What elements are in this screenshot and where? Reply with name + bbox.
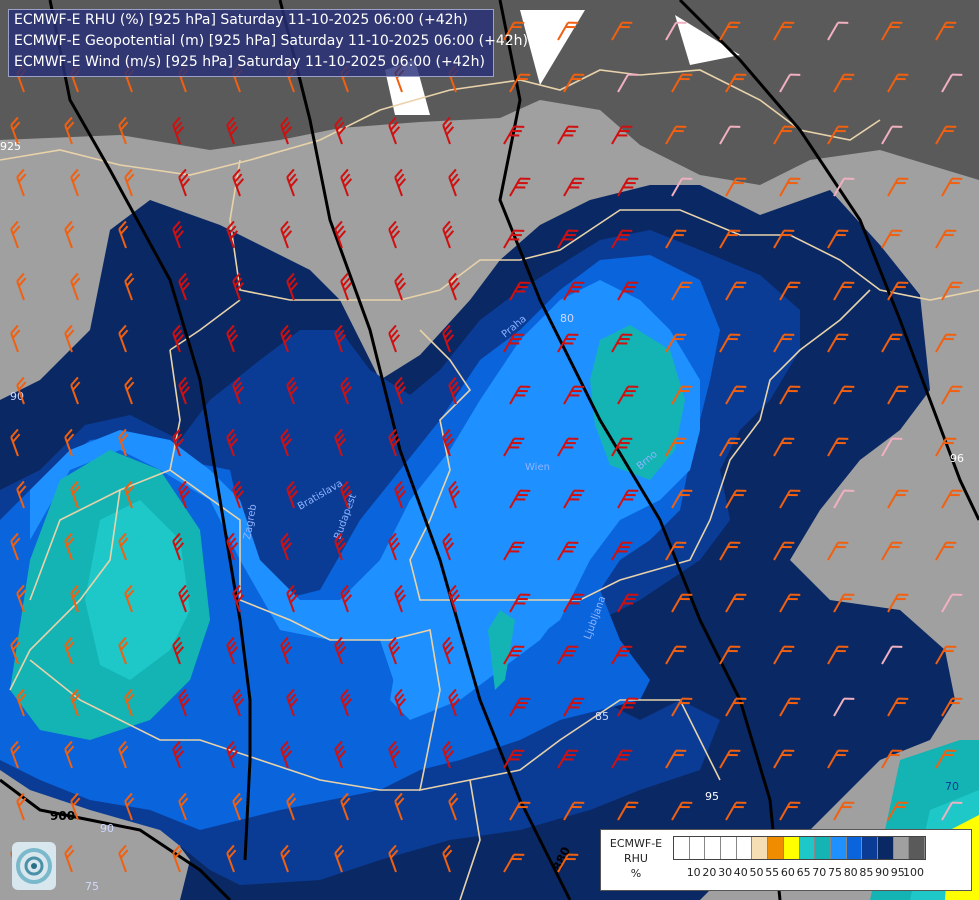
map-title-box: ECMWF-E RHU (%) [925 hPa] Saturday 11-10… [8, 9, 529, 77]
rhu-contour-label-75: 75 [85, 880, 99, 893]
legend-swatch [674, 837, 690, 859]
legend-tick: 50 [749, 866, 764, 879]
rhu-contour-label-90b: 90 [100, 822, 114, 835]
legend-swatch [752, 837, 769, 859]
legend-swatch [815, 837, 831, 859]
legend-swatch [705, 837, 722, 859]
legend-tick: 90 [875, 866, 890, 879]
legend-tick: 65 [796, 866, 811, 879]
legend-label: ECMWF-E RHU % [605, 836, 667, 881]
legend-swatch [830, 837, 847, 859]
rhu-contour-label-85: 85 [595, 710, 609, 723]
legend-tick: 10 [686, 866, 701, 879]
legend-tick: 70 [812, 866, 827, 879]
geopotential-label-900: 900 [50, 809, 75, 823]
legend-swatch [768, 837, 784, 859]
legend-label-line-2: RHU [624, 852, 648, 865]
legend-swatch [689, 837, 706, 859]
legend-tick: 100 [903, 866, 924, 879]
legend-swatch [783, 837, 800, 859]
legend-swatch [846, 837, 863, 859]
legend-swatch [893, 837, 910, 859]
legend-tick: 85 [859, 866, 874, 879]
legend-swatch [799, 837, 816, 859]
legend-tick: 20 [702, 866, 717, 879]
legend-label-line-3: % [630, 867, 642, 880]
legend-tick: 60 [780, 866, 795, 879]
legend-tick: 75 [828, 866, 842, 879]
title-line-rhu: ECMWF-E RHU (%) [925 hPa] Saturday 11-10… [14, 12, 468, 28]
legend-color-bar [673, 836, 926, 860]
legend-swatch [909, 837, 925, 859]
rhu-contour-label-95: 95 [705, 790, 719, 803]
legend-tick: 55 [765, 866, 780, 879]
city-label-wien: Wien [525, 462, 550, 473]
legend-swatch [721, 837, 737, 859]
weather-map: 925 900 880 80 90 75 96 95 85 70 90 Prah… [0, 0, 979, 900]
rhu-contour-label-96: 96 [950, 452, 964, 465]
legend-swatch [736, 837, 753, 859]
legend-tick: 40 [733, 866, 748, 879]
title-line-wind: ECMWF-E Wind (m/s) [925 hPa] Saturday 11… [14, 54, 485, 70]
rhu-contour-label-80: 80 [560, 312, 574, 325]
legend-label-line-1: ECMWF-E [609, 837, 663, 850]
legend-swatch [862, 837, 878, 859]
legend-swatch [877, 837, 894, 859]
title-line-geopotential: ECMWF-E Geopotential (m) [925 hPa] Satur… [14, 33, 529, 49]
legend-tick: 80 [843, 866, 858, 879]
rhu-contour-label-70: 70 [945, 780, 959, 793]
provider-logo-icon [12, 842, 56, 890]
legend-tick: 30 [718, 866, 733, 879]
rhu-legend: ECMWF-E RHU % 10 20 30 40 50 55 60 65 70 75 80 85 90… [600, 829, 972, 891]
